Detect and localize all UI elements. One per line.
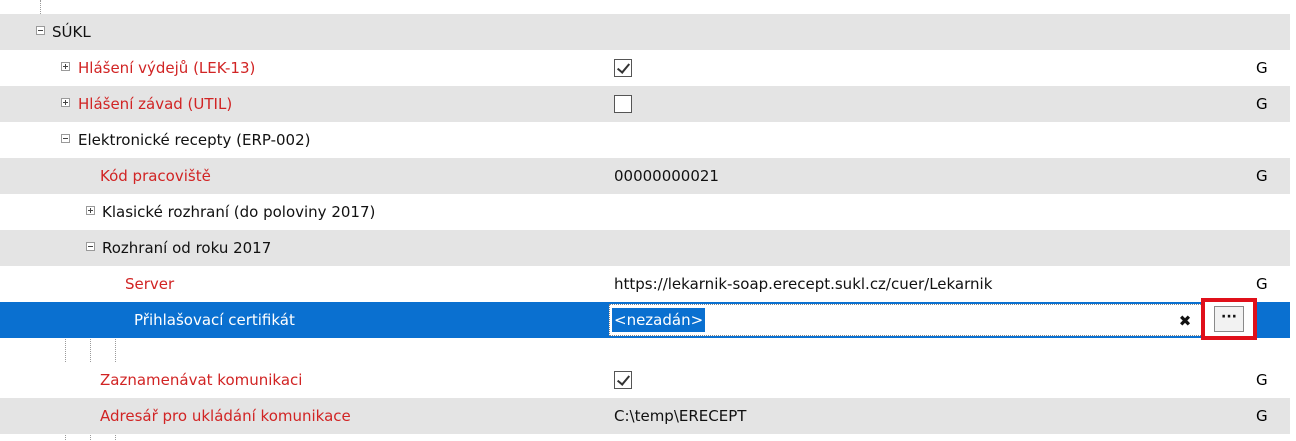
certificate-editor[interactable]: <nezadán>	[609, 304, 1205, 336]
kod-pracoviste-value[interactable]: 00000000021	[614, 158, 719, 194]
hlaseni-vydeju-checkbox[interactable]	[614, 59, 632, 77]
row-label: Zaznamenávat komunikaci	[100, 371, 303, 389]
tree-row-zaznamenavat-komunikaci[interactable]: Zaznamenávat komunikaci G	[0, 362, 1290, 398]
tree-row-prihlasovaci-certifikat[interactable]: Přihlašovací certifikát <nezadán> ✖ ···	[0, 298, 1290, 340]
row-label: Přihlašovací certifikát	[134, 311, 295, 329]
tree-row-elektronicke-recepty[interactable]: Elektronické recepty (ERP-002)	[0, 122, 1290, 158]
tree-row-rozhrani-2017[interactable]: Rozhraní od roku 2017	[0, 230, 1290, 266]
minus-box-icon[interactable]	[86, 242, 95, 251]
tree-row-kod-pracoviste[interactable]: Kód pracoviště 00000000021 G	[0, 158, 1290, 194]
scope-indicator: G	[1256, 59, 1268, 77]
scope-indicator: G	[1256, 167, 1268, 185]
certificate-value[interactable]: <nezadán>	[612, 308, 706, 332]
server-url-value[interactable]: https://lekarnik-soap.erecept.sukl.cz/cu…	[614, 266, 992, 302]
tree-row-hlaseni-vydeju[interactable]: Hlášení výdejů (LEK-13) G	[0, 50, 1290, 86]
tree-row-sukl[interactable]: SÚKL	[0, 14, 1290, 50]
row-label: Server	[125, 275, 175, 293]
plus-box-icon[interactable]	[61, 62, 70, 71]
row-label: Hlášení závad (UTIL)	[78, 95, 233, 113]
tree-row-hlaseni-zavad[interactable]: Hlášení závad (UTIL) G	[0, 86, 1290, 122]
row-label: Kód pracoviště	[100, 167, 211, 185]
scope-indicator: G	[1256, 95, 1268, 113]
minus-box-icon[interactable]	[36, 26, 45, 35]
scope-indicator: G	[1256, 407, 1268, 425]
tree-line	[40, 0, 41, 14]
row-label: Elektronické recepty (ERP-002)	[78, 131, 311, 149]
adresar-value[interactable]: C:\temp\ERECEPT	[614, 398, 746, 434]
tree-row-server[interactable]: Server https://lekarnik-soap.erecept.suk…	[0, 266, 1290, 302]
tree-row-adresar-komunikace[interactable]: Adresář pro ukládání komunikace C:\temp\…	[0, 398, 1290, 434]
row-label: SÚKL	[52, 23, 91, 41]
row-label: Rozhraní od roku 2017	[102, 239, 272, 257]
tree-row-klasicke-rozhrani[interactable]: Klasické rozhraní (do poloviny 2017)	[0, 194, 1290, 230]
scope-indicator: G	[1256, 371, 1268, 389]
highlight-frame: ···	[1201, 298, 1257, 340]
clear-icon[interactable]: ✖	[1175, 311, 1195, 331]
row-label: Adresář pro ukládání komunikace	[100, 407, 351, 425]
plus-box-icon[interactable]	[61, 98, 70, 107]
zaznamenavat-komunikaci-checkbox[interactable]	[614, 371, 632, 389]
scope-indicator: G	[1256, 275, 1268, 293]
settings-tree: SÚKL Hlášení výdejů (LEK-13) G Hlášení z…	[0, 0, 1296, 441]
minus-box-icon[interactable]	[61, 134, 70, 143]
row-label: Hlášení výdejů (LEK-13)	[78, 59, 256, 77]
browse-ellipsis-button[interactable]: ···	[1214, 306, 1244, 332]
hlaseni-zavad-checkbox[interactable]	[614, 95, 632, 113]
plus-box-icon[interactable]	[86, 206, 95, 215]
row-label: Klasické rozhraní (do poloviny 2017)	[102, 203, 376, 221]
